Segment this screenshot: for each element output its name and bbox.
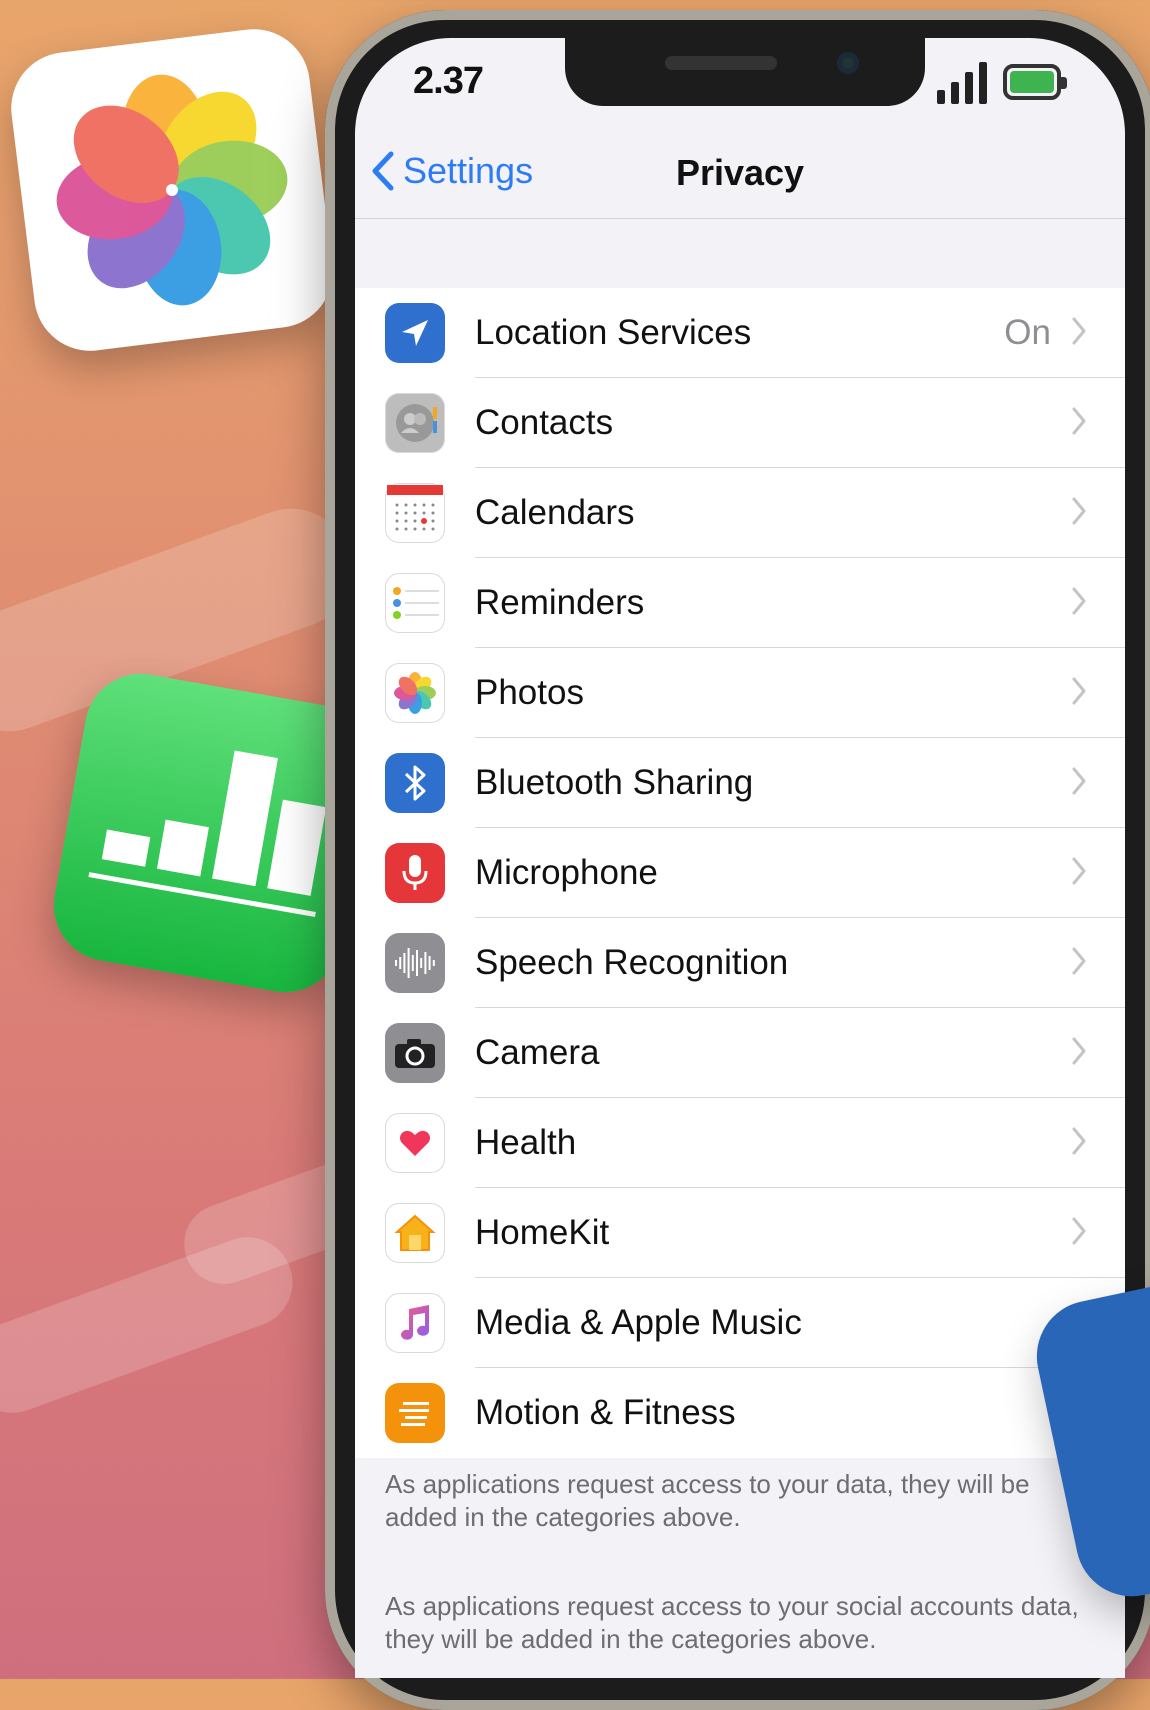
- chevron-right-icon: [1071, 1126, 1087, 1161]
- chevron-right-icon: [1071, 1036, 1087, 1071]
- chevron-right-icon: [1071, 676, 1087, 711]
- list-item-label: Microphone: [475, 853, 658, 892]
- waveform-icon: [385, 933, 445, 993]
- music-note-icon: [385, 1293, 445, 1353]
- battery-icon: [1003, 64, 1067, 100]
- list-item[interactable]: Contacts: [355, 378, 1125, 468]
- camera-icon: [385, 1023, 445, 1083]
- chevron-right-icon: [1071, 766, 1087, 801]
- navigation-bar: Settings Privacy: [355, 130, 1125, 219]
- list-item[interactable]: Photos: [355, 648, 1125, 738]
- bluetooth-icon: [385, 753, 445, 813]
- list-item-label: Health: [475, 1123, 577, 1162]
- list-item[interactable]: Camera: [355, 1008, 1125, 1098]
- list-item-label: Calendars: [475, 493, 635, 532]
- home-icon: [385, 1203, 445, 1263]
- list-item[interactable]: Location Services On: [355, 288, 1125, 378]
- list-item[interactable]: Media & Apple Music: [355, 1278, 1125, 1368]
- chevron-right-icon: [1071, 496, 1087, 531]
- list-item[interactable]: Speech Recognition: [355, 918, 1125, 1008]
- speaker: [665, 56, 777, 70]
- list-item-label: Speech Recognition: [475, 943, 789, 982]
- chevron-right-icon: [1071, 946, 1087, 981]
- list-item[interactable]: Calendars: [355, 468, 1125, 558]
- motion-icon: [385, 1383, 445, 1443]
- list-item-label: Camera: [475, 1033, 600, 1072]
- photos-app-icon: [4, 22, 340, 358]
- list-item[interactable]: Microphone: [355, 828, 1125, 918]
- heart-icon: [385, 1113, 445, 1173]
- list-item-label: Media & Apple Music: [475, 1303, 802, 1342]
- chevron-right-icon: [1071, 586, 1087, 621]
- list-item-label: Bluetooth Sharing: [475, 763, 754, 802]
- contacts-icon: [385, 393, 445, 453]
- chevron-right-icon: [1071, 316, 1087, 351]
- list-item-label: Contacts: [475, 403, 614, 442]
- list-item-value: On: [1004, 313, 1051, 352]
- status-time: 2.37: [413, 60, 484, 102]
- notch: [565, 38, 925, 106]
- microphone-icon: [385, 843, 445, 903]
- page-title: Privacy: [675, 152, 805, 193]
- list-item-label: Reminders: [475, 583, 645, 622]
- chevron-right-icon: [1071, 1216, 1087, 1251]
- list-item[interactable]: HomeKit: [355, 1188, 1125, 1278]
- list-item[interactable]: Reminders: [355, 558, 1125, 648]
- list-item-label: Photos: [475, 673, 584, 712]
- chevron-right-icon: [1071, 406, 1087, 441]
- footer-note: As applications request access to your d…: [385, 1469, 1030, 1532]
- list-item-label: HomeKit: [475, 1213, 610, 1252]
- location-arrow-icon: [385, 303, 445, 363]
- privacy-list: Location Services On Contacts Calendars Remi…: [355, 288, 1125, 1458]
- list-item[interactable]: Health: [355, 1098, 1125, 1188]
- list-item-label: Motion & Fitness: [475, 1393, 736, 1432]
- signal-icon: [937, 62, 987, 104]
- footer-note-social: As applications request access to your s…: [385, 1591, 1079, 1654]
- chevron-right-icon: [1071, 856, 1087, 891]
- list-item[interactable]: Bluetooth Sharing: [355, 738, 1125, 828]
- reminders-icon: [385, 573, 445, 633]
- calendar-icon: [385, 483, 445, 543]
- list-item[interactable]: Motion & Fitness: [355, 1368, 1125, 1458]
- front-camera: [837, 52, 859, 74]
- list-item-label: Location Services: [475, 313, 752, 352]
- phone-screen: 2.37 Settings Privacy Location Services O…: [355, 38, 1125, 1678]
- photos-icon: [385, 663, 445, 723]
